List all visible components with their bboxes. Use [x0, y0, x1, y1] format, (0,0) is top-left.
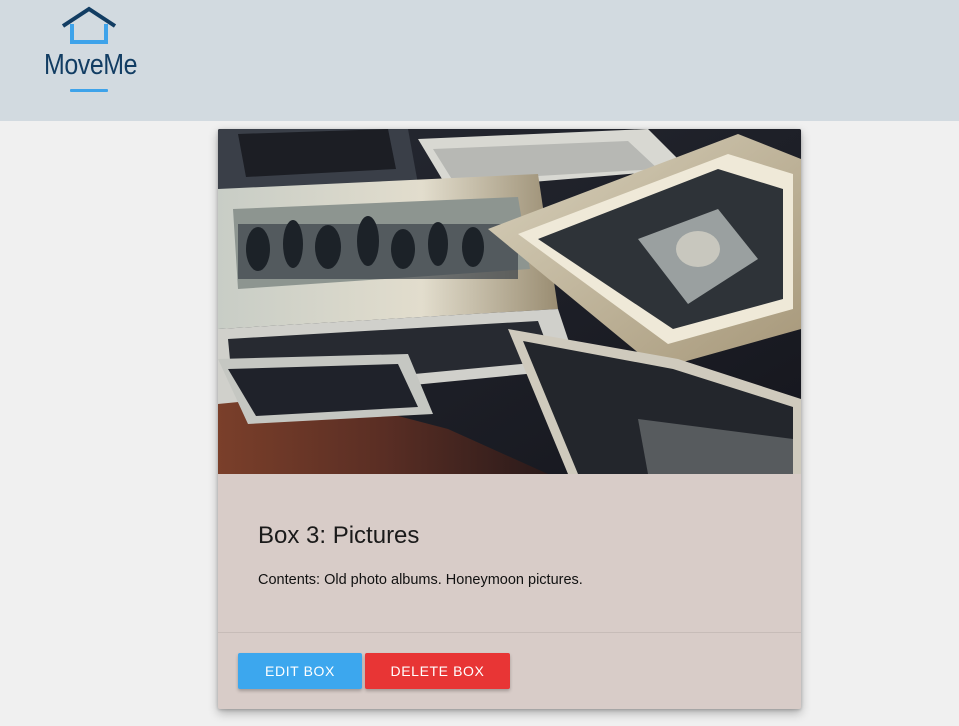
logo-text: MoveMe [44, 49, 138, 81]
delete-box-button[interactable]: DELETE BOX [365, 653, 510, 689]
logo-underline [70, 89, 108, 92]
edit-box-button[interactable]: EDIT BOX [238, 653, 362, 689]
old-photographs-image [218, 129, 801, 474]
card-divider [218, 632, 801, 633]
moveme-logo[interactable]: MoveMe [38, 6, 142, 98]
box-card: Box 3: Pictures Contents: Old photo albu… [218, 129, 801, 709]
house-icon [61, 6, 117, 44]
app-header: MoveMe [0, 0, 959, 121]
box-title: Box 3: Pictures [258, 522, 420, 549]
box-contents: Contents: Old photo albums. Honeymoon pi… [258, 572, 583, 588]
